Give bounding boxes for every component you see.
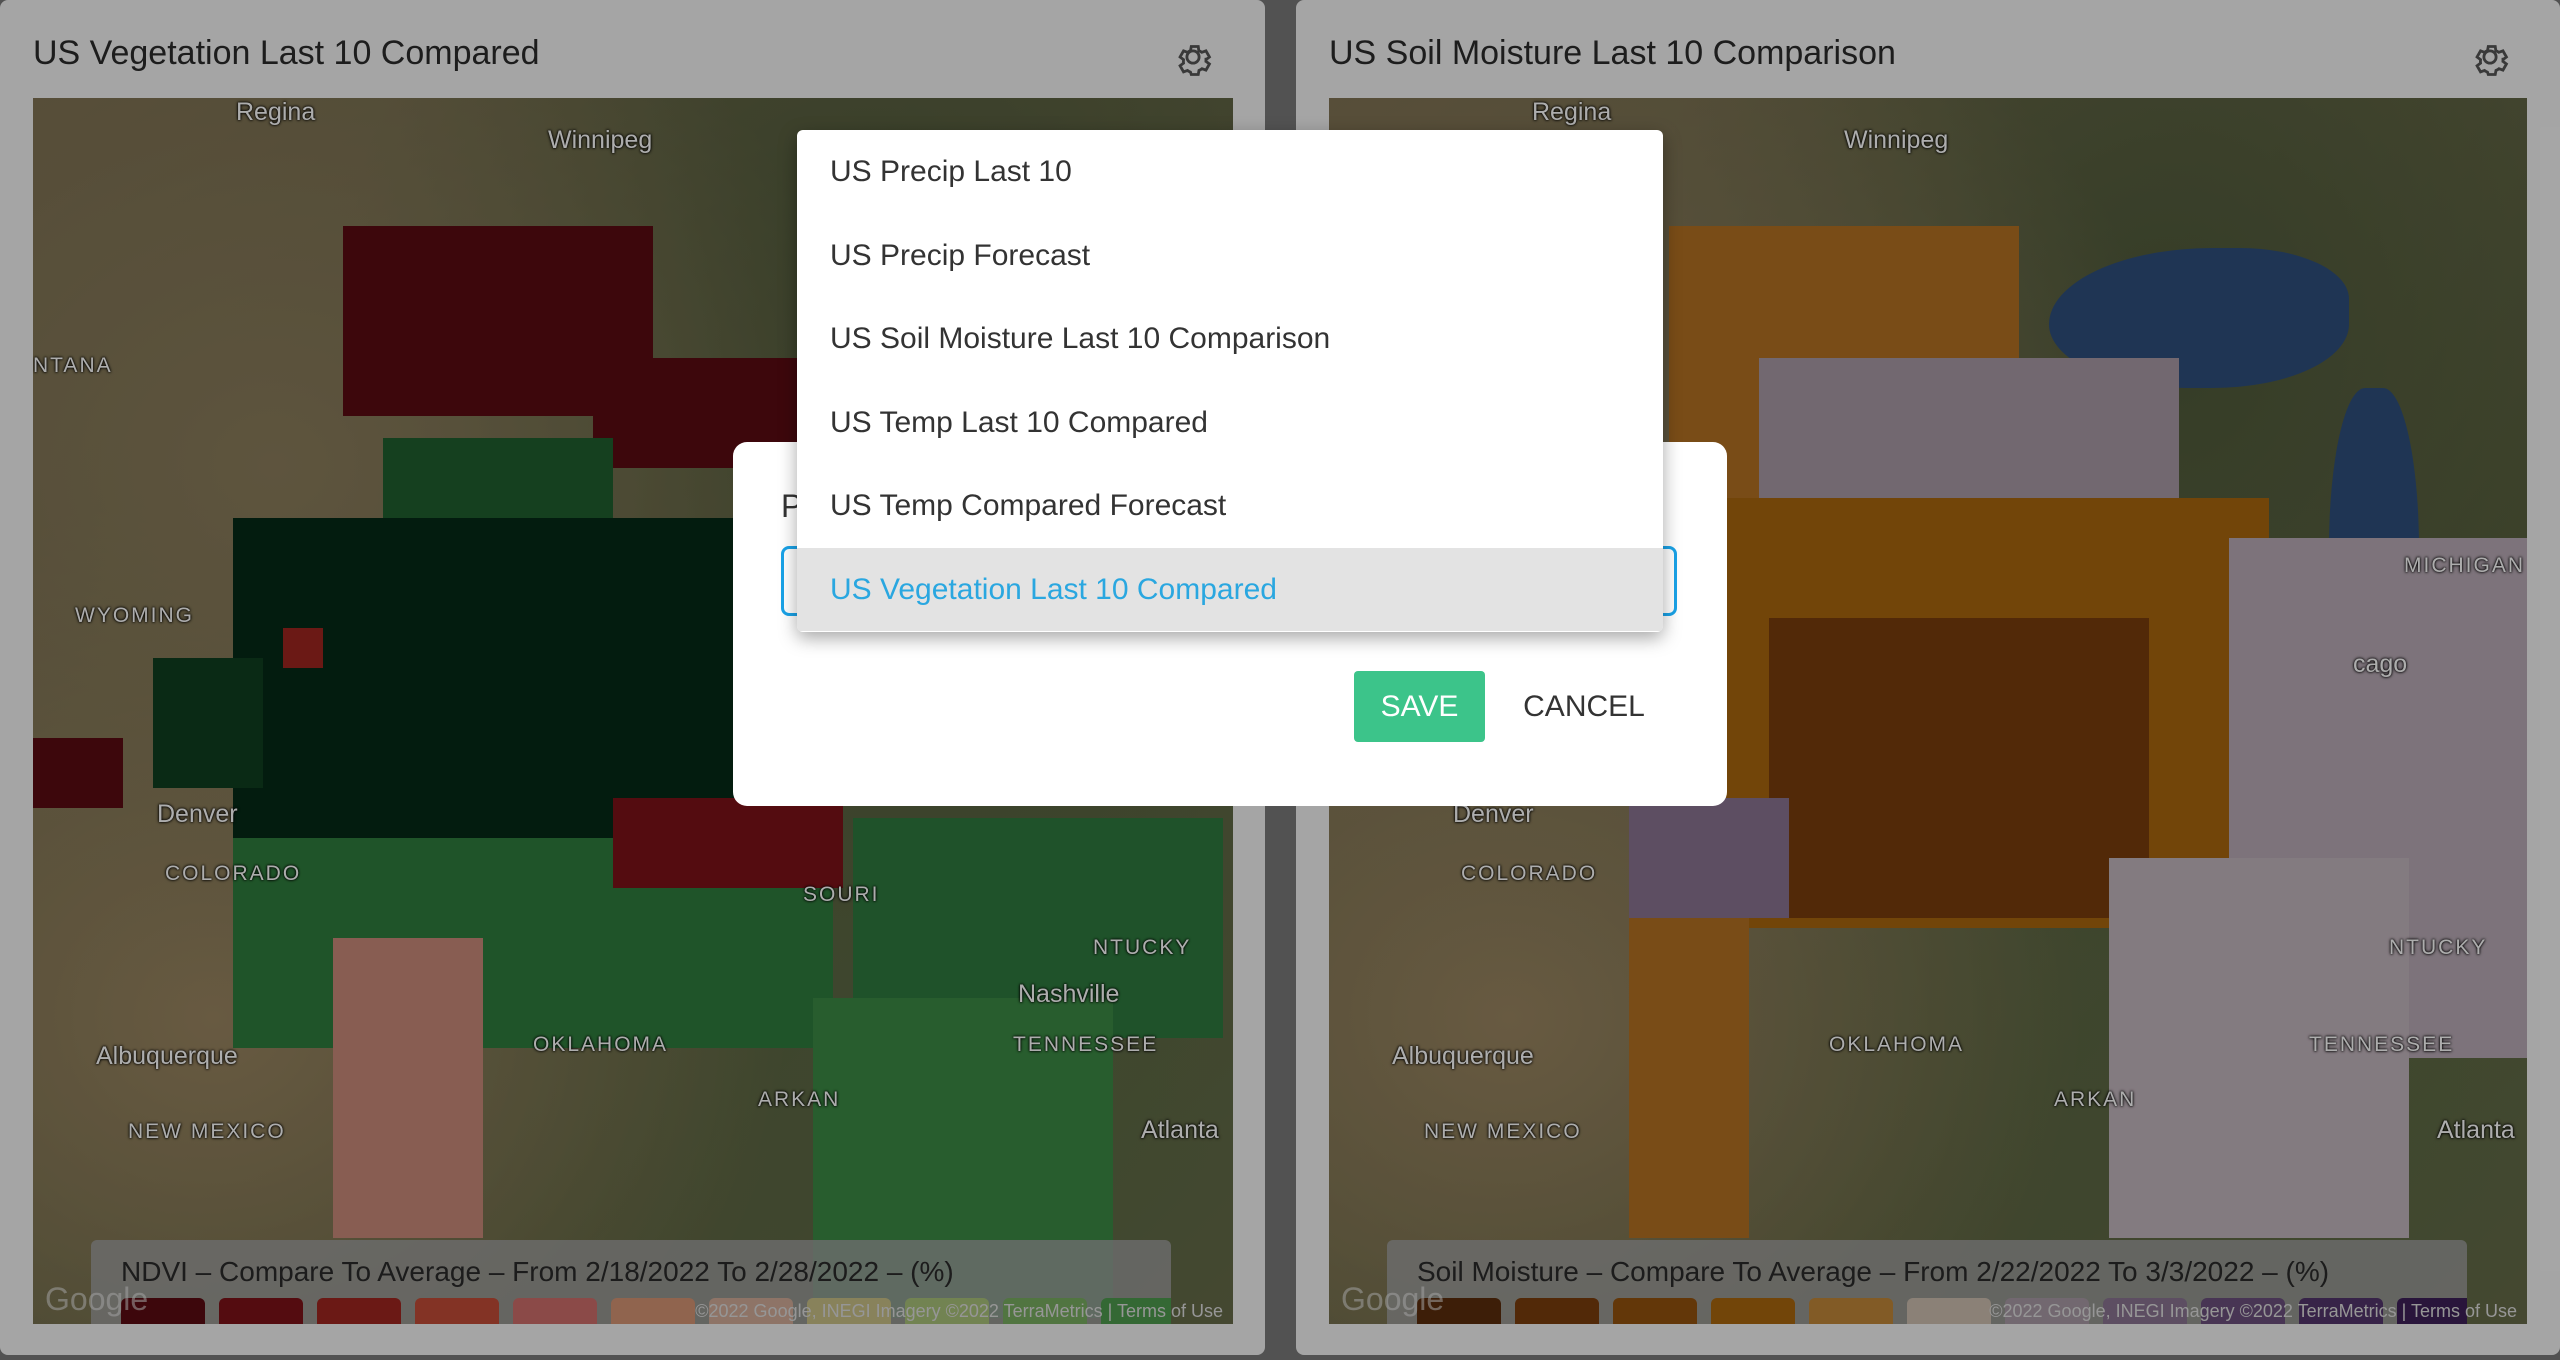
dropdown-option[interactable]: US Temp Compared Forecast: [797, 464, 1663, 548]
dropdown-option[interactable]: US Soil Moisture Last 10 Comparison: [797, 297, 1663, 381]
dropdown-option[interactable]: US Temp Last 10 Compared: [797, 381, 1663, 465]
dropdown-option[interactable]: US Vegetation Last 10 Compared: [797, 547, 1663, 631]
dropdown-option[interactable]: US Precip Last 10: [797, 130, 1663, 214]
save-button[interactable]: SAVE: [1354, 671, 1485, 742]
dropdown-option[interactable]: US Precip Forecast: [797, 214, 1663, 298]
cancel-button[interactable]: CANCEL: [1519, 671, 1649, 742]
widget-select-dropdown: US Precip Last 10 US Precip Forecast US So…: [797, 130, 1663, 632]
